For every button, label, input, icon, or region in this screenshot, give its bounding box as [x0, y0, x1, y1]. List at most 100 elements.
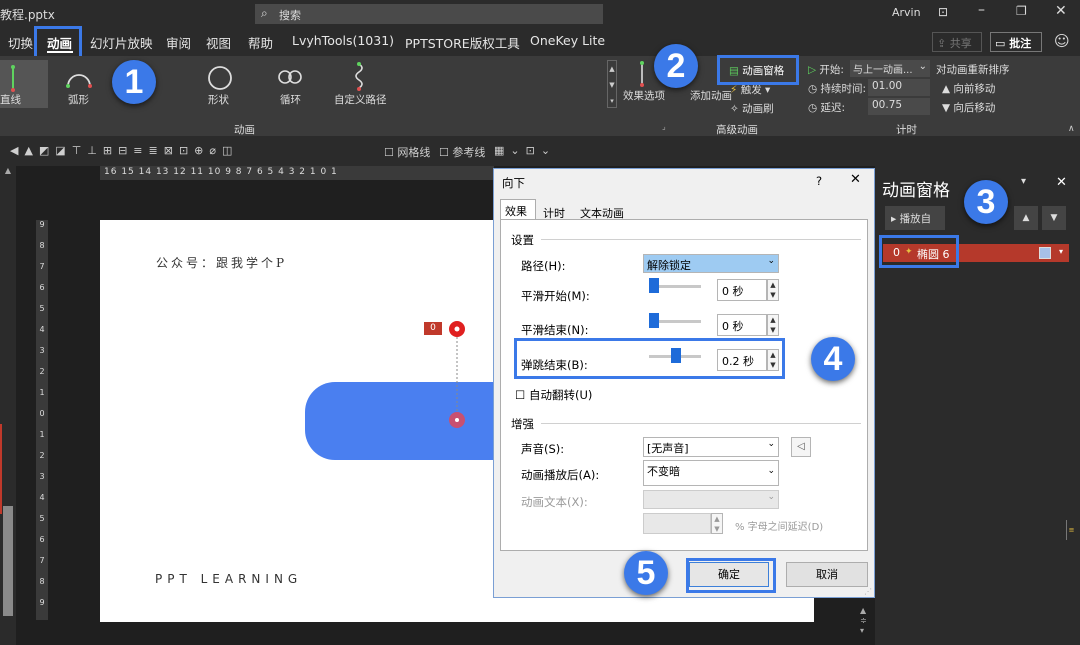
slide-nav-arrows[interactable]: ▲ ≑ ▾ — [860, 606, 872, 644]
letter-delay-input[interactable] — [643, 513, 711, 534]
effect-options-label[interactable]: 效果选项 — [623, 88, 665, 103]
path-arc-label[interactable]: 弧形 — [68, 92, 89, 107]
letter-delay-spinner[interactable]: ▲ ▼ — [711, 513, 723, 534]
tab-help[interactable]: 帮助 — [248, 33, 273, 52]
pane-scroll-marker[interactable]: ≡ — [1066, 520, 1076, 540]
dialog-help-icon[interactable]: ? — [816, 174, 822, 188]
step-badge-4: 4 — [811, 337, 855, 381]
scroll-thumb[interactable] — [3, 506, 13, 616]
comments-button[interactable]: ▭ 批注 — [990, 32, 1042, 52]
after-animation-label: 动画播放后(A): — [521, 468, 600, 482]
user-name[interactable]: Arvin — [892, 6, 921, 19]
animation-painter-button[interactable]: ✧ 动画刷 — [730, 101, 774, 116]
vruler-number: 4 — [39, 325, 45, 334]
vruler-number: 9 — [39, 598, 45, 607]
item-dropdown-icon[interactable]: ▾ — [1059, 247, 1063, 256]
tab-onekey[interactable]: OneKey Lite — [530, 33, 605, 48]
move-down-button[interactable]: ▼ — [1042, 206, 1066, 230]
path-shape-label[interactable]: 形状 — [208, 92, 229, 107]
guides-checkbox[interactable]: ☐ 参考线 — [439, 144, 485, 160]
tab-pptstore[interactable]: PPTSTORE版权工具 — [405, 33, 520, 52]
delay-label: ◷ 延迟: — [808, 102, 846, 114]
animate-text-select[interactable]: ⌄ — [643, 490, 779, 509]
path-select[interactable]: 解除锁定 ⌄ — [643, 254, 779, 273]
vruler-number: 9 — [39, 220, 45, 229]
thumbnail-scrollbar[interactable]: ▲ — [0, 166, 16, 645]
shape-path-icon — [208, 66, 232, 90]
smooth-start-spinner[interactable]: ▲ ▼ — [767, 279, 779, 301]
motion-path-icon[interactable] — [448, 320, 466, 430]
feedback-smiley-icon[interactable]: ☺ — [1054, 32, 1070, 50]
ribbon-tabs: 切换 动画 幻灯片放映 审阅 视图 帮助 LvyhTools(1031) PPT… — [0, 28, 1080, 56]
ribbon-display-icon[interactable]: ⊡ — [938, 5, 948, 19]
animate-text-label: 动画文本(X): — [521, 495, 588, 509]
smooth-start-slider-thumb[interactable] — [649, 278, 659, 293]
search-placeholder: 搜索 — [279, 9, 301, 22]
tab-transitions[interactable]: 切换 — [8, 33, 33, 52]
gridlines-checkbox[interactable]: ☐ 网格线 — [384, 144, 430, 160]
highlight-bounce-end — [514, 338, 785, 379]
dialog-launcher-icon[interactable]: ⌟ — [662, 122, 666, 131]
tab-review[interactable]: 审阅 — [166, 33, 191, 52]
align-tools-icon[interactable]: ◀▲◩◪⊤⊥⊞⊟≡≣⊠⊡⊕⌀◫ — [10, 144, 238, 157]
extra-tools-icon[interactable]: ▦⌄⊡⌄ — [494, 144, 556, 157]
delay-input[interactable]: 00.75 — [868, 98, 930, 115]
path-custom-label[interactable]: 自定义路径 — [334, 92, 387, 107]
smooth-end-input[interactable]: 0 秒 — [717, 314, 767, 336]
play-icon: ▷ — [808, 64, 817, 76]
smooth-end-spinner[interactable]: ▲ ▼ — [767, 314, 779, 336]
pane-options-icon[interactable]: ▾ — [1021, 176, 1026, 187]
group-timing-label: 计时 — [896, 124, 917, 136]
slide-header-text[interactable]: 公众号：跟我学个P — [156, 254, 287, 271]
step-badge-1: 1 — [112, 60, 156, 104]
dialog-title: 向下 — [502, 176, 525, 190]
collapse-ribbon-icon[interactable]: ∧ — [1068, 124, 1075, 134]
auto-reverse-checkbox[interactable]: ☐ 自动翻转(U) — [515, 387, 592, 403]
vruler-number: 5 — [39, 304, 45, 313]
animation-tag[interactable]: 0 — [424, 322, 442, 335]
sound-volume-icon[interactable]: ◁ — [791, 437, 811, 457]
step-badge-3: 3 — [964, 180, 1008, 224]
path-loop-label[interactable]: 循环 — [280, 92, 301, 107]
group-animation-label: 动画 — [234, 124, 255, 136]
custom-path-icon — [355, 62, 363, 91]
tab-view[interactable]: 视图 — [206, 33, 231, 52]
duration-input[interactable]: 01.00 — [868, 79, 930, 96]
tab-slideshow[interactable]: 幻灯片放映 — [90, 33, 153, 52]
smooth-end-slider-thumb[interactable] — [649, 313, 659, 328]
minimize-icon[interactable]: – — [978, 2, 985, 18]
play-from-button[interactable]: ▸ 播放自 — [885, 206, 945, 230]
path-line-button[interactable]: 直线 — [0, 60, 48, 108]
vruler-number: 5 — [39, 514, 45, 523]
gallery-scroll[interactable]: ▲ ▼ ▾ — [607, 60, 617, 108]
vruler-number: 7 — [39, 556, 45, 565]
delay-clock-icon: ◷ — [808, 102, 818, 114]
vruler-number: 7 — [39, 262, 45, 271]
dialog-close-icon[interactable]: ✕ — [850, 172, 861, 187]
vruler-number: 8 — [39, 241, 45, 250]
tab-lvyhtools[interactable]: LvyhTools(1031) — [292, 33, 394, 48]
move-up-button[interactable]: ▲ — [1014, 206, 1038, 230]
tab-effect[interactable]: 效果 — [500, 199, 536, 220]
slide-footer-text[interactable]: PPT LEARNING — [155, 572, 302, 586]
after-animation-select[interactable]: 不变暗 ⌄ — [643, 460, 779, 486]
effect-options-icon — [640, 61, 644, 87]
add-animation-label[interactable]: 添加动画 — [690, 88, 732, 103]
pane-close-icon[interactable]: ✕ — [1056, 175, 1067, 190]
file-name: 教程.pptx — [0, 8, 55, 22]
vruler-number: 3 — [39, 346, 45, 355]
sound-select[interactable]: [无声音] ⌄ — [643, 437, 779, 457]
enhance-section-label: 增强 — [511, 417, 534, 431]
search-icon: ⌕ — [261, 6, 268, 20]
smooth-start-input[interactable]: 0 秒 — [717, 279, 767, 301]
move-earlier-button[interactable]: ▲ 向前移动 — [942, 81, 995, 96]
resize-grip-icon[interactable]: ⋰ — [864, 587, 872, 596]
start-select[interactable]: 与上一动画... ⌄ — [850, 60, 930, 77]
path-label: 路径(H): — [521, 259, 566, 273]
share-button[interactable]: ⇪ 共享 — [932, 32, 982, 52]
search-box[interactable]: ⌕ 搜索 — [255, 4, 603, 24]
move-later-button[interactable]: ▼ 向后移动 — [942, 100, 995, 115]
restore-icon[interactable]: ❐ — [1016, 4, 1027, 18]
close-icon[interactable]: ✕ — [1055, 3, 1067, 19]
cancel-button[interactable]: 取消 — [786, 562, 868, 587]
